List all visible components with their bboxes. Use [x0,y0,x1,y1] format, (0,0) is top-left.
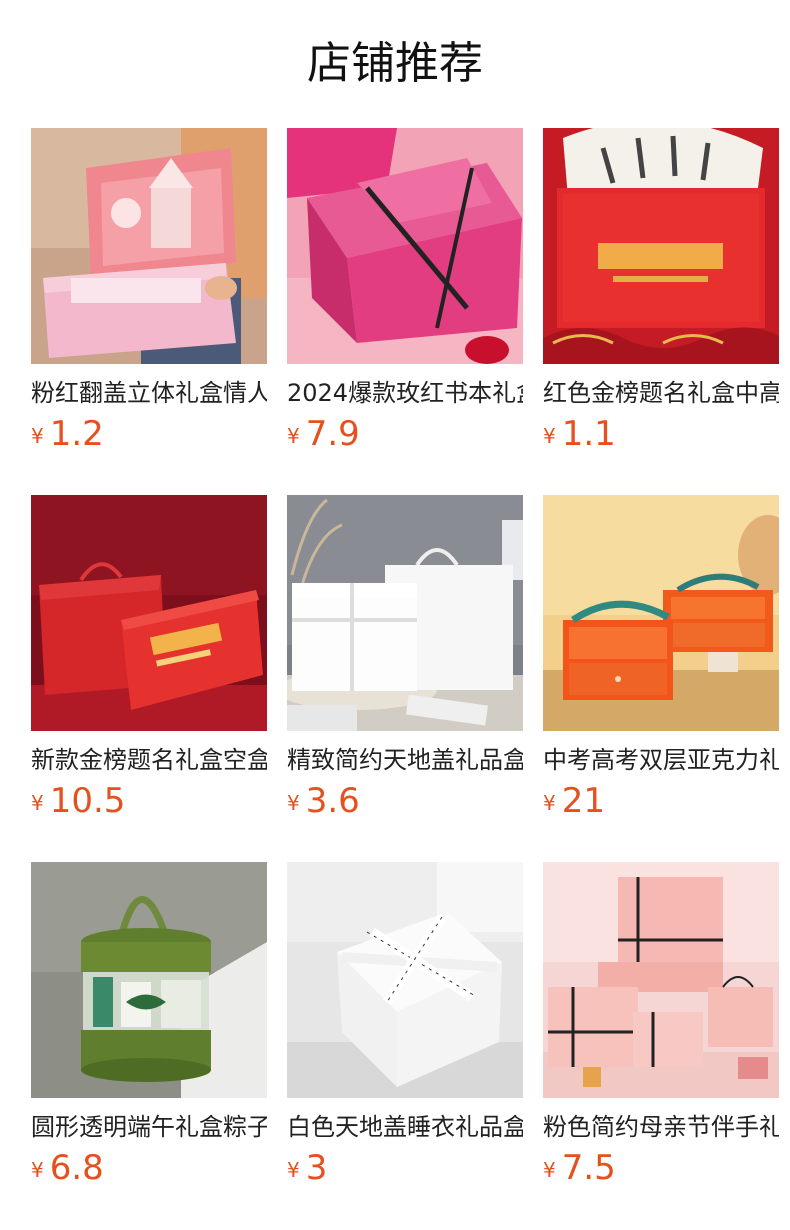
product-name[interactable]: 圆形透明端午礼盒粽子 [31,1110,267,1144]
product-card[interactable]: 粉红翻盖立体礼盒情人节礼物 ¥1.2 [31,128,267,495]
product-name[interactable]: 新款金榜题名礼盒空盒 [31,743,267,777]
product-price: ¥7.9 [287,414,360,454]
product-price: ¥6.8 [31,1148,104,1188]
pink-gift-box-image[interactable] [31,128,267,364]
pink-simple-boxes-image[interactable] [543,862,779,1098]
product-name[interactable]: 红色金榜题名礼盒中高考 [543,376,779,410]
product-card[interactable]: 红色金榜题名礼盒中高考 ¥1.1 [543,128,779,495]
currency-symbol: ¥ [31,424,44,448]
product-price: ¥7.5 [543,1148,616,1188]
currency-symbol: ¥ [31,791,44,815]
product-price: ¥3 [287,1148,327,1188]
product-card[interactable]: 新款金榜题名礼盒空盒 ¥10.5 [31,495,267,862]
product-name[interactable]: 2024爆款玫红书本礼盒 [287,376,523,410]
product-price: ¥21 [543,781,605,821]
currency-symbol: ¥ [543,424,556,448]
currency-symbol: ¥ [287,424,300,448]
product-price: ¥1.2 [31,414,104,454]
price-value: 7.5 [561,1148,616,1188]
product-price: ¥1.1 [543,414,616,454]
product-name[interactable]: 白色天地盖睡衣礼品盒 [287,1110,523,1144]
currency-symbol: ¥ [287,1158,300,1182]
white-gift-box-bag-image[interactable] [287,495,523,731]
price-value: 1.1 [561,414,616,454]
price-value: 1.2 [49,414,104,454]
price-value: 6.8 [49,1148,104,1188]
product-name[interactable]: 精致简约天地盖礼品盒 [287,743,523,777]
price-value: 21 [561,781,605,821]
product-card[interactable]: 2024爆款玫红书本礼盒 ¥7.9 [287,128,523,495]
product-grid: 粉红翻盖立体礼盒情人节礼物 ¥1.2 2024爆款玫红书本礼盒 ¥7.9 [31,128,779,1229]
currency-symbol: ¥ [543,791,556,815]
currency-symbol: ¥ [31,1158,44,1182]
currency-symbol: ¥ [287,791,300,815]
price-value: 10.5 [49,781,126,821]
product-name[interactable]: 粉红翻盖立体礼盒情人节礼物 [31,376,267,410]
product-price: ¥3.6 [287,781,360,821]
white-ribbon-box-image[interactable] [287,862,523,1098]
red-golden-list-box-image[interactable] [543,128,779,364]
currency-symbol: ¥ [543,1158,556,1182]
product-card[interactable]: 白色天地盖睡衣礼品盒 ¥3 [287,862,523,1229]
product-name[interactable]: 粉色简约母亲节伴手礼盒 [543,1110,779,1144]
red-gift-box-bag-image[interactable] [31,495,267,731]
product-price: ¥10.5 [31,781,125,821]
product-card[interactable]: 精致简约天地盖礼品盒 ¥3.6 [287,495,523,862]
page-title: 店铺推荐 [307,38,483,89]
product-card[interactable]: 粉色简约母亲节伴手礼盒 ¥7.5 [543,862,779,1229]
product-card[interactable]: 中考高考双层亚克力礼盒 ¥21 [543,495,779,862]
green-round-transparent-box-image[interactable] [31,862,267,1098]
product-card[interactable]: 圆形透明端午礼盒粽子 ¥6.8 [31,862,267,1229]
price-value: 3.6 [305,781,360,821]
price-value: 7.9 [305,414,360,454]
price-value: 3 [305,1148,328,1188]
rose-book-gift-box-image[interactable] [287,128,523,364]
orange-double-layer-box-image[interactable] [543,495,779,731]
product-name[interactable]: 中考高考双层亚克力礼盒 [543,743,779,777]
